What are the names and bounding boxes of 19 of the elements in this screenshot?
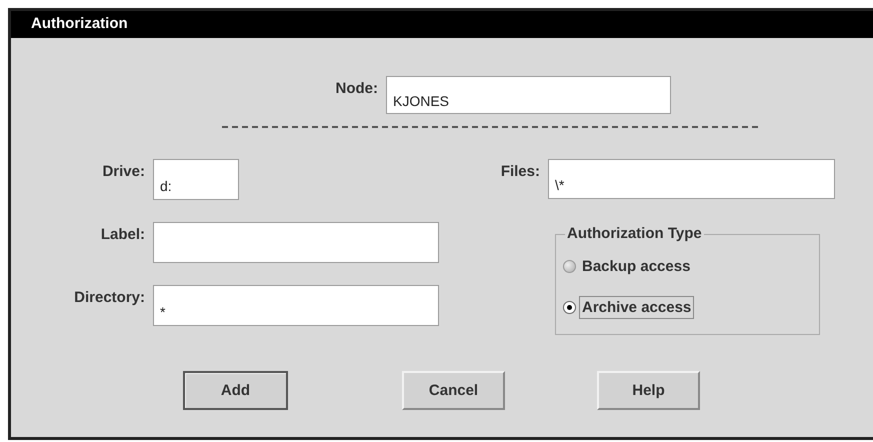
input-field[interactable]: d: bbox=[153, 159, 239, 200]
input-field[interactable]: * bbox=[153, 285, 439, 326]
radio-label[interactable]: Backup access bbox=[579, 255, 694, 278]
files-field[interactable]: \* bbox=[548, 159, 835, 199]
node-field[interactable]: KJONES bbox=[386, 76, 671, 114]
radio-label[interactable]: Archive access bbox=[579, 296, 694, 319]
field-label: Label: bbox=[100, 226, 145, 243]
radio-button[interactable] bbox=[563, 260, 576, 273]
field-label: Drive: bbox=[101, 163, 145, 180]
node-label: Node: bbox=[334, 80, 378, 97]
dialog-button[interactable]: Help bbox=[597, 371, 700, 410]
files-label: Files: bbox=[500, 163, 540, 180]
window-title: Authorization bbox=[11, 11, 873, 38]
group-title: Authorization Type bbox=[565, 225, 704, 242]
field-label: Directory: bbox=[73, 289, 145, 306]
dialog-button[interactable]: Add bbox=[183, 371, 288, 410]
radio-button[interactable] bbox=[563, 301, 576, 314]
dialog-button[interactable]: Cancel bbox=[402, 371, 505, 410]
input-field[interactable] bbox=[153, 222, 439, 263]
